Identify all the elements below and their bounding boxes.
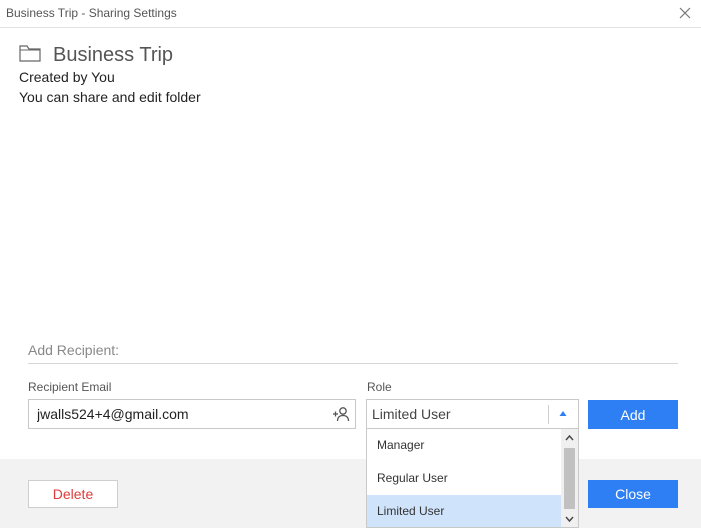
role-selected-value: Limited User <box>372 406 451 422</box>
select-separator <box>548 405 549 424</box>
close-icon[interactable] <box>677 5 693 21</box>
permissions-text: You can share and edit folder <box>19 89 201 105</box>
title-bar: Business Trip - Sharing Settings <box>0 0 701 28</box>
chevron-down-icon[interactable] <box>561 510 578 528</box>
add-contact-icon[interactable] <box>332 405 350 423</box>
chevron-up-icon[interactable] <box>561 429 578 447</box>
role-label: Role <box>367 380 392 394</box>
folder-icon <box>19 45 41 62</box>
delete-button[interactable]: Delete <box>28 480 118 508</box>
section-divider <box>28 363 678 364</box>
window-title: Business Trip - Sharing Settings <box>6 6 177 20</box>
dropdown-scrollbar[interactable] <box>561 429 578 528</box>
sharing-settings-dialog: Business Trip - Sharing Settings Busines… <box>0 0 701 528</box>
recipient-email-label: Recipient Email <box>28 380 112 394</box>
created-by-text: Created by You <box>19 69 115 85</box>
add-recipient-heading: Add Recipient: <box>28 342 120 358</box>
role-dropdown-list: Manager Regular User Limited User <box>366 429 579 528</box>
role-option-limited-user[interactable]: Limited User <box>367 495 561 527</box>
recipient-email-field[interactable] <box>28 399 356 429</box>
role-option-regular-user[interactable]: Regular User <box>367 462 561 495</box>
role-select[interactable]: Limited User <box>366 399 579 429</box>
add-button[interactable]: Add <box>588 400 678 429</box>
caret-up-icon[interactable] <box>559 410 567 418</box>
scrollbar-thumb[interactable] <box>564 448 575 509</box>
role-option-manager[interactable]: Manager <box>367 429 561 462</box>
folder-name: Business Trip <box>53 44 174 66</box>
recipient-email-input[interactable] <box>29 400 325 428</box>
close-button[interactable]: Close <box>588 480 678 508</box>
